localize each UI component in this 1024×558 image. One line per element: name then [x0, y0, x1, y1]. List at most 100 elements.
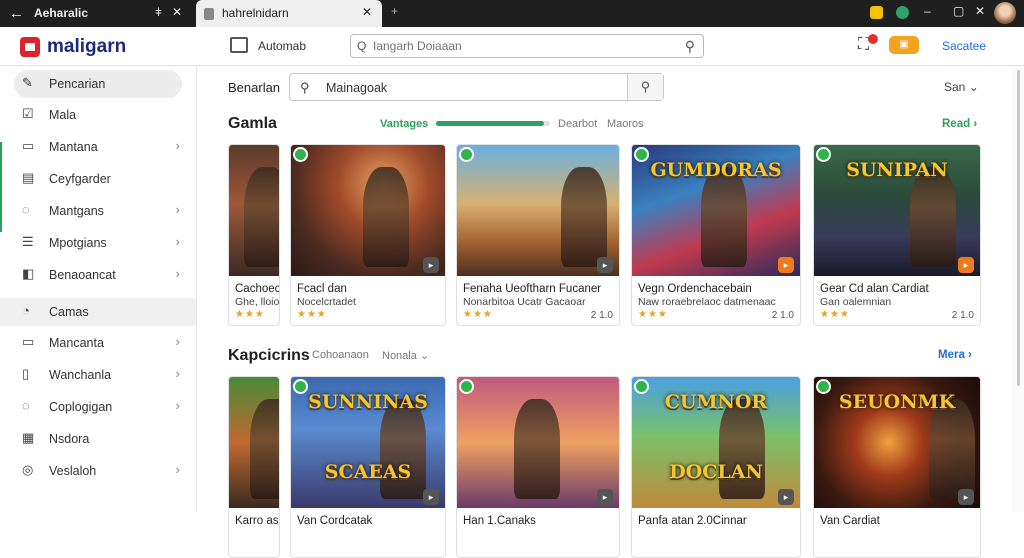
sidebar-item-label: Benaoancat — [49, 268, 116, 282]
back-arrow-icon[interactable]: ← — [9, 5, 24, 22]
monitor-icon: ▭ — [22, 138, 35, 153]
cover-action-icon[interactable]: ▸ — [778, 257, 794, 273]
list-icon: ☰ — [22, 234, 34, 249]
sidebar-item-5[interactable]: ☰ Mpotgians › — [14, 229, 182, 257]
cover-action-icon[interactable]: ▸ — [423, 489, 439, 505]
top-search-bar[interactable]: Q ⚲ — [350, 34, 704, 58]
workspace-icon[interactable] — [230, 37, 248, 53]
minimize-icon[interactable]: – — [924, 4, 931, 18]
sidebar-item-6[interactable]: ◧ Benaoancat › — [14, 261, 182, 289]
game-title[interactable]: Gear Cd alan Cardiat — [820, 283, 929, 295]
game-title[interactable]: Cachoec — [235, 283, 279, 295]
close-tab-1-icon[interactable]: ✕ — [172, 5, 182, 19]
search-icon[interactable]: ⚲ — [685, 38, 695, 55]
game-card[interactable]: Karro as — [228, 376, 280, 558]
cover-title-text: SUNIPAN — [846, 159, 948, 181]
workspace-label[interactable]: Automab — [258, 39, 306, 53]
sidebar-item-label: Mancanta — [49, 336, 104, 350]
cover-action-icon[interactable]: ▸ — [958, 489, 974, 505]
sidebar-item-9[interactable]: ▯ Wanchanla › — [14, 361, 182, 389]
close-tab-2-icon[interactable]: ✕ — [362, 5, 372, 19]
game-title[interactable]: Vegn Ordenchacebain — [638, 283, 752, 295]
section-2-pill-0[interactable]: Cohoanaon — [312, 349, 369, 361]
publisher-badge-icon — [293, 379, 308, 394]
sidebar-item-0[interactable]: ✎ Pencarian — [14, 70, 182, 98]
browser-tab-2-title: hahrelnidarn — [222, 6, 289, 20]
new-tab-icon[interactable]: + — [391, 4, 398, 18]
sidebar-item-2[interactable]: ▭ Mantana › — [14, 133, 182, 161]
sidebar-item-4[interactable]: ◌ Mantgans › — [14, 197, 182, 225]
game-card[interactable]: ▸ Fcacl dan Nocelcrtadet ★★★ — [290, 144, 446, 326]
bell-icon: ◎ — [22, 462, 34, 477]
rating-stars: ★★★ — [820, 309, 850, 320]
game-card[interactable]: SUNIPAN ▸ Gear Cd alan Cardiat Gan oalemnia… — [813, 144, 981, 326]
sidebar-item-label: Camas — [49, 305, 89, 319]
game-meta: 2 1.0 — [951, 310, 974, 321]
game-card[interactable]: ▸ Fenaha Ueoftharn Fucaner Nonarbitoa Ucat… — [456, 144, 620, 326]
sidebar-item-1[interactable]: ☑ Mala — [14, 101, 182, 129]
section-2-more-link[interactable]: Mera › — [938, 349, 972, 361]
window-close-icon[interactable]: ✕ — [975, 4, 985, 18]
game-title[interactable]: Van Cardiat — [820, 515, 880, 527]
header-link[interactable]: Sacatee — [942, 39, 986, 53]
sort-dropdown[interactable]: San ⌄ — [944, 80, 979, 94]
sidebar-item-7[interactable]: ◔ Camas — [0, 298, 196, 326]
game-card[interactable]: CachoecGhe, lloiodo★★★ — [228, 144, 280, 326]
extension-yellow-icon[interactable] — [870, 6, 883, 19]
browser-tab-1-title[interactable]: Aeharalic — [34, 6, 88, 20]
scrollbar-thumb[interactable] — [1017, 70, 1020, 386]
sidebar-item-12[interactable]: ◎ Veslaloh › — [14, 457, 182, 485]
main-search-label: Benarlan — [228, 80, 281, 95]
game-card[interactable]: SEUONMK ▸ Van Cardiat — [813, 376, 981, 558]
notification-button[interactable]: ▣ — [889, 36, 919, 54]
game-title[interactable]: Han 1.Canaks — [463, 515, 536, 527]
main-search-box[interactable]: ⚲ ⚲ — [289, 73, 664, 101]
section-1-more-link[interactable]: Read › — [942, 118, 977, 130]
profile-avatar[interactable] — [994, 2, 1016, 24]
checkbox-icon: ☑ — [22, 106, 34, 121]
game-title[interactable]: Panfa atan 2.0Cinnar — [638, 515, 747, 527]
sidebar-item-8[interactable]: ▭ Mancanta › — [14, 329, 182, 357]
game-title[interactable]: Fcacl dan — [297, 283, 347, 295]
section-1-pill-1[interactable]: Dearbot — [558, 118, 597, 130]
bag-icon: ◧ — [22, 266, 35, 281]
game-title[interactable]: Fenaha Ueoftharn Fucaner — [463, 283, 601, 295]
main-search-input[interactable] — [326, 80, 616, 96]
game-subtitle: Naw roraebrelaoc datmenaac — [638, 296, 776, 308]
game-card[interactable]: GUMDORAS ▸ Vegn Ordenchacebain Naw roraebre… — [631, 144, 801, 326]
sort-label: San — [944, 80, 966, 94]
sidebar-item-3[interactable]: ▤ Ceyfgarder — [14, 165, 182, 193]
cover-action-icon[interactable]: ▸ — [958, 257, 974, 273]
cart-icon[interactable]: ⛶ — [858, 34, 878, 54]
sidebar-item-11[interactable]: ▦ Nsdora — [14, 425, 182, 453]
browser-tab-2[interactable]: hahrelnidarn ✕ — [196, 0, 382, 27]
cover-action-icon[interactable]: ▸ — [423, 257, 439, 273]
game-card[interactable]: CUMNOR DOCLAN ▸ Panfa atan 2.0Cinnar — [631, 376, 801, 558]
cover-action-icon[interactable]: ▸ — [778, 489, 794, 505]
character-figure — [380, 399, 427, 499]
main-search-button[interactable]: ⚲ — [627, 74, 663, 100]
section-2-pill-1[interactable]: Nonala ⌄ — [382, 349, 429, 362]
maximize-icon[interactable]: ▢ — [953, 4, 964, 18]
sidebar-item-label: Mpotgians — [49, 236, 107, 250]
sidebar-item-label: Mantgans — [49, 204, 104, 218]
game-cover-image: ▸ — [457, 377, 619, 508]
cover-subtitle-text: DOCLAN — [669, 461, 763, 483]
gamepad-icon: ◔ — [22, 303, 30, 318]
character-figure — [560, 167, 607, 267]
cover-action-icon[interactable]: ▸ — [597, 489, 613, 505]
top-search-input[interactable] — [373, 38, 673, 54]
game-title[interactable]: Van Cordcatak — [297, 515, 372, 527]
game-title[interactable]: Karro as — [235, 515, 278, 527]
sidebar-item-label: Mantana — [49, 140, 98, 154]
game-card[interactable]: ▸ Han 1.Canaks — [456, 376, 620, 558]
game-card[interactable]: SUNNINAS SCAEAS ▸ Van Cordcatak — [290, 376, 446, 558]
tab-audio-icon[interactable]: ǂ — [155, 5, 162, 19]
cover-action-icon[interactable]: ▸ — [597, 257, 613, 273]
extension-green-icon[interactable] — [896, 6, 909, 19]
cart-badge — [868, 34, 878, 44]
section-1-pill-2[interactable]: Maoros — [607, 118, 644, 130]
section-1-pill-0[interactable]: Vantages — [380, 118, 428, 130]
sidebar-item-10[interactable]: ◌ Coplogigan › — [14, 393, 182, 421]
publisher-badge-icon — [293, 147, 308, 162]
